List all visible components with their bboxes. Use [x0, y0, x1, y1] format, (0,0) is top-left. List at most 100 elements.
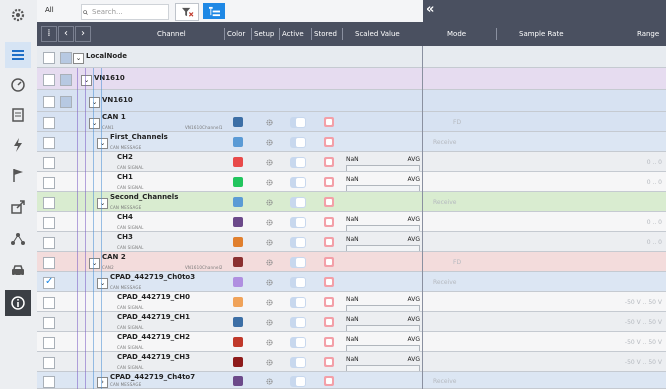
active-toggle[interactable]: [290, 176, 306, 188]
row-checkbox[interactable]: [43, 96, 55, 108]
color-swatch[interactable]: [233, 157, 243, 167]
mode-value[interactable]: FD: [453, 119, 461, 126]
range-value[interactable]: 0 .. 0: [647, 179, 662, 186]
scaled-value-agg[interactable]: AVG: [408, 176, 420, 183]
row-checkbox[interactable]: [43, 52, 55, 64]
color-swatch[interactable]: [233, 197, 243, 207]
active-toggle[interactable]: [290, 296, 306, 308]
signal-row[interactable]: CPAD_442719_CH1 CAN SIGNAL NaN AVG -50 V .. …: [37, 312, 666, 332]
stored-toggle[interactable]: [324, 317, 334, 327]
tree-node-row[interactable]: ⌄ Second_Channels CAN MESSAGE Receive: [37, 192, 666, 212]
active-toggle[interactable]: [290, 256, 306, 268]
range-value[interactable]: 0 .. 0: [647, 219, 662, 226]
row-checkbox[interactable]: [43, 276, 55, 289]
expand-tree-button[interactable]: [203, 3, 225, 19]
lightning-icon[interactable]: [5, 132, 31, 158]
node-checkbox[interactable]: [60, 96, 72, 108]
active-toggle[interactable]: [290, 316, 306, 328]
scaled-value-agg[interactable]: AVG: [408, 156, 420, 163]
row-checkbox[interactable]: [43, 337, 55, 349]
scaled-value-agg[interactable]: AVG: [408, 356, 420, 363]
range-value[interactable]: 0 .. 0: [647, 239, 662, 246]
color-swatch[interactable]: [233, 177, 243, 187]
row-checkbox[interactable]: [43, 157, 55, 169]
setup-gear-icon[interactable]: [266, 179, 273, 186]
collapse-left-icon[interactable]: «: [426, 2, 434, 17]
tree-node-row[interactable]: › CPAD_442719_Ch4to7 CAN MESSAGE Receive: [37, 372, 666, 389]
color-swatch[interactable]: [233, 297, 243, 307]
active-toggle[interactable]: [290, 356, 306, 368]
active-toggle[interactable]: [290, 216, 306, 228]
column-stored[interactable]: Stored: [314, 30, 337, 38]
stored-toggle[interactable]: [324, 157, 334, 167]
column-scaled-value[interactable]: Scaled Value: [355, 30, 400, 38]
row-checkbox[interactable]: [43, 257, 55, 269]
scaled-value-agg[interactable]: AVG: [408, 336, 420, 343]
export-icon[interactable]: [5, 194, 31, 220]
setup-gear-icon[interactable]: [266, 279, 273, 286]
stored-toggle[interactable]: [324, 177, 334, 187]
expand-toggle[interactable]: ⌄: [89, 118, 100, 129]
row-checkbox[interactable]: [43, 317, 55, 329]
expand-toggle[interactable]: ⌄: [97, 138, 108, 149]
setup-gear-icon[interactable]: [266, 299, 273, 306]
scaled-value-agg[interactable]: AVG: [408, 236, 420, 243]
range-value[interactable]: -50 V .. 50 V: [625, 339, 662, 346]
document-icon[interactable]: [5, 102, 31, 128]
row-checkbox[interactable]: [43, 237, 55, 249]
mode-value[interactable]: FD: [453, 259, 461, 266]
setup-gear-icon[interactable]: [266, 219, 273, 226]
tree-node-row[interactable]: ⌄CPAD_442719_Ch0to3 CAN MESSAGE Receive: [37, 272, 666, 292]
expand-toggle[interactable]: ⌄: [73, 53, 84, 64]
expand-toggle[interactable]: ⌄: [89, 97, 100, 108]
tree-node-row[interactable]: ⌄ VN1610: [37, 90, 666, 112]
chevron-left-icon[interactable]: ‹: [58, 26, 74, 42]
active-toggle[interactable]: [290, 116, 306, 128]
scaled-value-agg[interactable]: AVG: [408, 296, 420, 303]
gear-icon[interactable]: [5, 2, 31, 28]
car-icon[interactable]: [5, 258, 31, 284]
flag-icon[interactable]: [5, 162, 31, 188]
color-swatch[interactable]: [233, 217, 243, 227]
color-swatch[interactable]: [233, 117, 243, 127]
setup-gear-icon[interactable]: [266, 359, 273, 366]
color-swatch[interactable]: [233, 237, 243, 247]
info-icon[interactable]: [5, 290, 31, 316]
node-checkbox[interactable]: [60, 74, 72, 86]
row-checkbox[interactable]: [43, 137, 55, 149]
row-checkbox[interactable]: [43, 217, 55, 229]
tree-node-row[interactable]: ⌄ CAN 1 CAN1 VN1610Channel1 FD: [37, 112, 666, 132]
stored-toggle[interactable]: [324, 237, 334, 247]
row-checkbox[interactable]: [43, 74, 55, 86]
list-icon[interactable]: [5, 42, 31, 68]
stored-toggle[interactable]: [324, 277, 334, 287]
clear-filter-button[interactable]: [175, 3, 199, 21]
row-checkbox[interactable]: [43, 357, 55, 369]
tree-node-row[interactable]: ⌄ LocalNode: [37, 46, 666, 68]
active-toggle[interactable]: [290, 276, 306, 288]
column-channel[interactable]: Channel: [157, 30, 186, 38]
tree-node-row[interactable]: ⌄ First_Channels CAN MESSAGE Receive: [37, 132, 666, 152]
active-toggle[interactable]: [290, 156, 306, 168]
row-checkbox[interactable]: [43, 197, 55, 209]
signal-row[interactable]: CPAD_442719_CH2 CAN SIGNAL NaN AVG -50 V .. …: [37, 332, 666, 352]
tree-node-row[interactable]: ⌄ VN1610: [37, 68, 666, 90]
stored-toggle[interactable]: [324, 257, 334, 267]
column-active[interactable]: Active: [282, 30, 304, 38]
expand-toggle[interactable]: ›: [97, 377, 108, 388]
column-mode[interactable]: Mode: [447, 30, 466, 38]
signal-row[interactable]: CH2 CAN SIGNAL NaN AVG 0 .. 0: [37, 152, 666, 172]
stored-toggle[interactable]: [324, 376, 334, 386]
signal-row[interactable]: CH3 CAN SIGNAL NaN AVG 0 .. 0: [37, 232, 666, 252]
network-icon[interactable]: [5, 226, 31, 252]
signal-row[interactable]: CPAD_442719_CH3 CAN SIGNAL NaN AVG -50 V .. …: [37, 352, 666, 372]
stored-toggle[interactable]: [324, 137, 334, 147]
setup-gear-icon[interactable]: [266, 259, 273, 266]
signal-row[interactable]: CPAD_442719_CH0 CAN SIGNAL NaN AVG -50 V .. …: [37, 292, 666, 312]
color-swatch[interactable]: [233, 337, 243, 347]
active-toggle[interactable]: [290, 196, 306, 208]
tree-node-row[interactable]: ⌄ CAN 2 CAN2 VN1610Channel2 FD: [37, 252, 666, 272]
column-range[interactable]: Range: [637, 30, 659, 38]
scaled-value-agg[interactable]: AVG: [408, 316, 420, 323]
active-toggle[interactable]: [290, 336, 306, 348]
